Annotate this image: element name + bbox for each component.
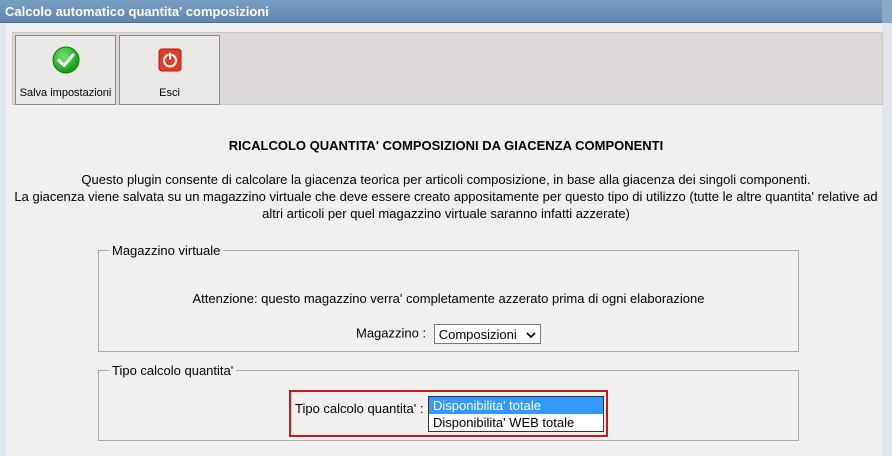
tipo-calcolo-legend: Tipo calcolo quantita'	[112, 363, 234, 378]
page-heading: RICALCOLO QUANTITA' COMPOSIZIONI DA GIAC…	[228, 138, 664, 153]
magazzino-virtuale-group: Magazzino virtuale Attenzione: questo ma…	[98, 243, 799, 352]
tipo-calcolo-dropdown[interactable]: Disponibilita' totale Disponibilita' WEB…	[428, 396, 604, 432]
description: Questo plugin consente di calcolare la g…	[0, 171, 892, 222]
description-line-2: La giacenza viene salvata su un magazzin…	[14, 189, 878, 204]
save-settings-label: Salva impostazioni	[19, 87, 112, 99]
exit-label: Esci	[159, 87, 180, 99]
magazzino-row: Magazzino : Composizioni	[356, 324, 542, 346]
power-icon	[155, 45, 185, 78]
magazzino-warning: Attenzione: questo magazzino verra' comp…	[192, 291, 705, 306]
option-disponibilita-web-totale[interactable]: Disponibilita' WEB totale	[429, 414, 603, 431]
save-settings-button[interactable]: Salva impostazioni	[15, 35, 116, 105]
magazzino-label: Magazzino :	[356, 325, 427, 341]
description-line-1: Questo plugin consente di calcolare la g…	[81, 172, 811, 187]
window-title: Calcolo automatico quantita' composizion…	[5, 4, 269, 19]
tipo-calcolo-label: Tipo calcolo quantita' :	[295, 401, 424, 416]
window-right-border	[882, 23, 892, 456]
window-left-border	[0, 23, 6, 456]
chevron-down-icon	[526, 326, 536, 346]
magazzino-select[interactable]: Composizioni	[433, 324, 542, 346]
magazzino-virtuale-legend: Magazzino virtuale	[112, 243, 221, 258]
description-line-3: altri articoli per quel magazzino virtua…	[262, 206, 630, 221]
magazzino-selected-value: Composizioni	[438, 327, 517, 342]
titlebar-edge	[882, 0, 892, 23]
toolbar: Salva impostazioni Esci	[12, 32, 883, 105]
checkmark-icon	[51, 45, 81, 78]
exit-button[interactable]: Esci	[119, 35, 220, 105]
option-disponibilita-totale[interactable]: Disponibilita' totale	[429, 397, 603, 414]
window-titlebar: Calcolo automatico quantita' composizion…	[0, 0, 892, 23]
